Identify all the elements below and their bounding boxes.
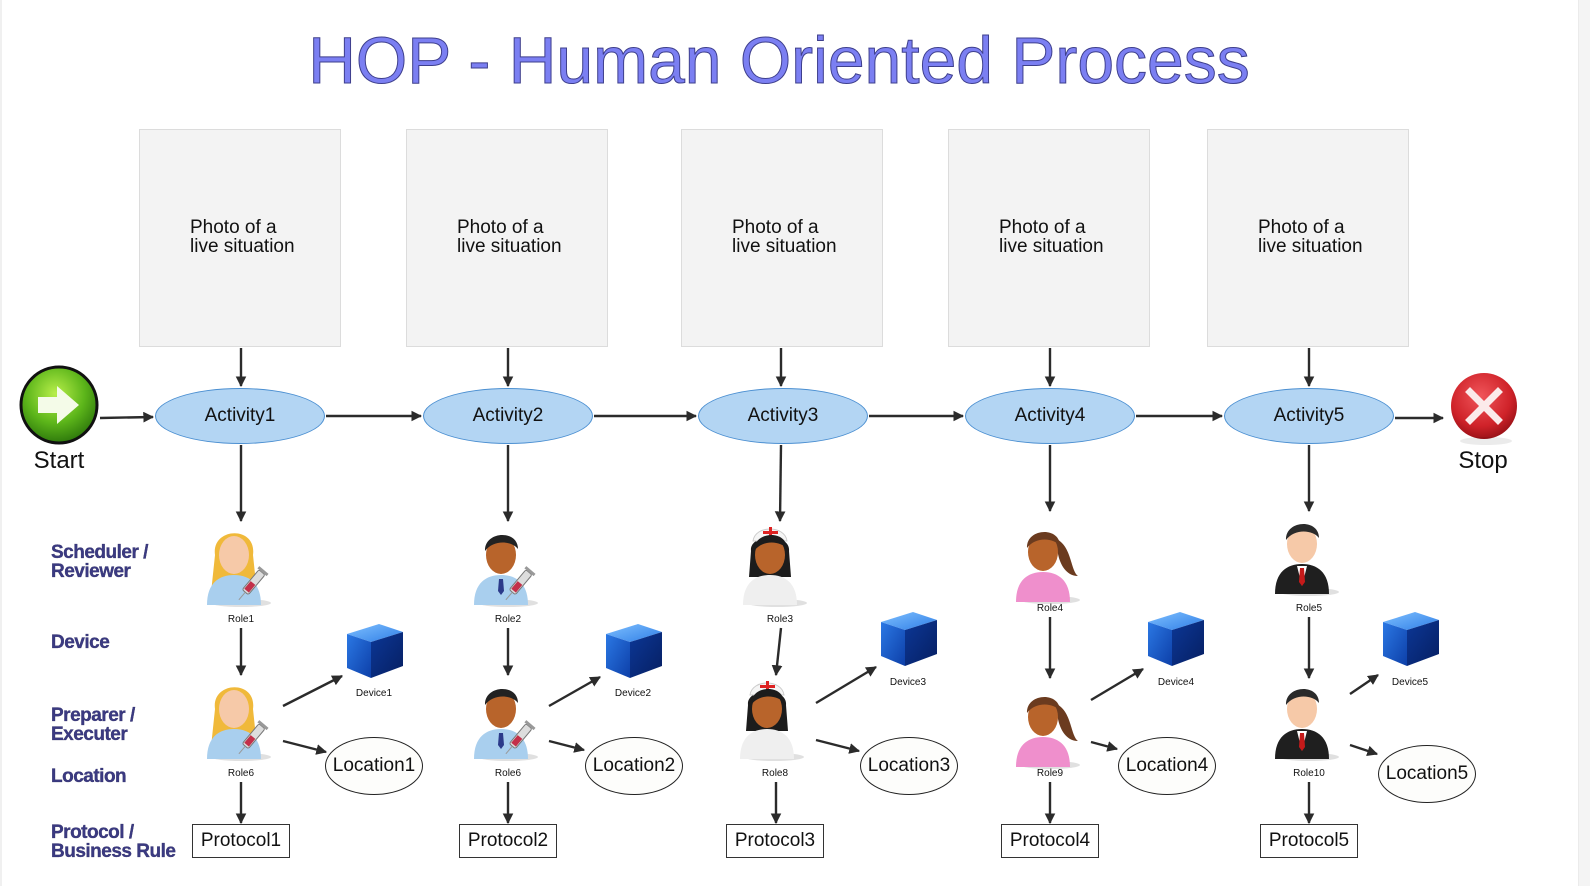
role-label-scheduler-4: Role4 [1036,603,1064,614]
role-label-scheduler-2: Role2 [494,614,522,625]
preparer-to-device-arrow [1349,674,1379,695]
photo-placeholder-1[interactable]: Photo of a live situation [139,129,341,347]
row-label-line: Scheduler / [51,542,149,563]
photo-caption-line: live situation [190,236,295,257]
role-label-scheduler-3: Role3 [766,614,794,625]
role-to-preparer-arrow [771,627,783,677]
photo-caption-line: Photo of a [732,217,819,238]
preparer-to-device-arrow [548,675,601,708]
businessman-icon [1269,510,1349,601]
female-doctor-syringe-icon [201,521,281,612]
female-person-pink-icon [1010,683,1090,774]
activity-to-role-arrow [774,444,786,523]
businessman-icon [1269,675,1349,766]
stop-label: Stop [1458,447,1508,474]
female-doctor-syringe-icon [201,675,281,766]
protocol-node-4[interactable]: Protocol4 [1001,824,1099,858]
preparer-to-device-arrow [1090,667,1144,702]
device-cube-icon [877,608,939,673]
role-label-preparer-4: Role9 [1036,768,1064,779]
photo-caption-line: live situation [999,236,1104,257]
role-label-scheduler-1: Role1 [227,614,255,625]
preparer-to-device-arrow [815,665,877,705]
photo-caption: Photo of a live situation [999,218,1104,256]
preparer-to-location-arrow [548,739,586,753]
photo-placeholder-2[interactable]: Photo of a live situation [406,129,608,347]
photo-caption-line: live situation [732,236,837,257]
protocol-node-1[interactable]: Protocol1 [192,824,290,858]
activity-node-2[interactable]: Activity2 [423,388,593,444]
role-label-preparer-2: Role6 [494,768,522,779]
photo-caption-line: Photo of a [457,217,544,238]
photo-caption-line: Photo of a [190,217,277,238]
protocol-node-5[interactable]: Protocol5 [1260,824,1358,858]
activity-node-3[interactable]: Activity3 [698,388,868,444]
location-node-3[interactable]: Location3 [860,737,958,795]
role-label-preparer-5: Role10 [1293,768,1325,779]
role-label-scheduler-5: Role5 [1295,603,1323,614]
device-cube-icon [602,620,664,685]
location-node-1[interactable]: Location1 [325,737,423,795]
activity-node-1[interactable]: Activity1 [155,388,325,444]
location-node-4[interactable]: Location4 [1118,737,1216,795]
male-doctor-syringe-icon [468,675,548,766]
row-label-line: Preparer / [51,705,136,726]
role-label-preparer-3: Role8 [761,768,789,779]
preparer-to-device-arrow [282,674,343,708]
device-label-3: Device3 [889,677,927,688]
flow-arrow [99,411,155,423]
row-label-preparer: Preparer / Executer [51,705,136,745]
stop-icon[interactable] [1451,373,1517,445]
row-label-device: Device [51,632,110,653]
device-cube-icon [1379,608,1441,673]
device-cube-icon [343,620,405,685]
row-label-line: Executer [51,724,128,745]
row-label-line: Reviewer [51,561,131,582]
photo-caption-line: Photo of a [1258,217,1345,238]
row-label-scheduler: Scheduler / Reviewer [51,542,149,582]
female-person-pink-icon [1010,518,1090,609]
device-label-2: Device2 [614,688,652,699]
photo-placeholder-5[interactable]: Photo of a live situation [1207,129,1409,347]
nurse-icon [734,675,814,766]
protocol-node-2[interactable]: Protocol2 [459,824,557,858]
protocol-node-3[interactable]: Protocol3 [726,824,824,858]
device-label-5: Device5 [1391,677,1429,688]
device-label-1: Device1 [355,688,393,699]
row-label-location: Location [51,766,127,787]
preparer-to-location-arrow [1349,743,1379,757]
preparer-to-location-arrow [282,739,328,755]
role-label-preparer-1: Role6 [227,768,255,779]
photo-placeholder-4[interactable]: Photo of a live situation [948,129,1150,347]
photo-caption-line: live situation [457,236,562,257]
location-node-2[interactable]: Location2 [585,737,683,795]
photo-caption: Photo of a live situation [1258,218,1363,256]
preparer-to-location-arrow [1090,740,1119,752]
row-label-line: Business Rule [51,841,176,862]
row-label-protocol: Protocol / Business Rule [51,822,176,862]
activity-node-4[interactable]: Activity4 [965,388,1135,444]
start-icon[interactable] [19,365,99,445]
device-cube-icon [1144,608,1206,673]
photo-caption: Photo of a live situation [732,218,837,256]
location-node-5[interactable]: Location5 [1378,745,1476,803]
photo-placeholder-3[interactable]: Photo of a live situation [681,129,883,347]
preparer-to-location-arrow [815,738,861,754]
activity-node-5[interactable]: Activity5 [1224,388,1394,444]
photo-caption: Photo of a live situation [190,218,295,256]
photo-caption-line: Photo of a [999,217,1086,238]
start-label: Start [33,447,85,474]
photo-caption-line: live situation [1258,236,1363,257]
photo-caption: Photo of a live situation [457,218,562,256]
nurse-icon [737,521,817,612]
row-label-line: Protocol / [51,822,134,843]
male-doctor-syringe-icon [468,521,548,612]
device-label-4: Device4 [1157,677,1195,688]
